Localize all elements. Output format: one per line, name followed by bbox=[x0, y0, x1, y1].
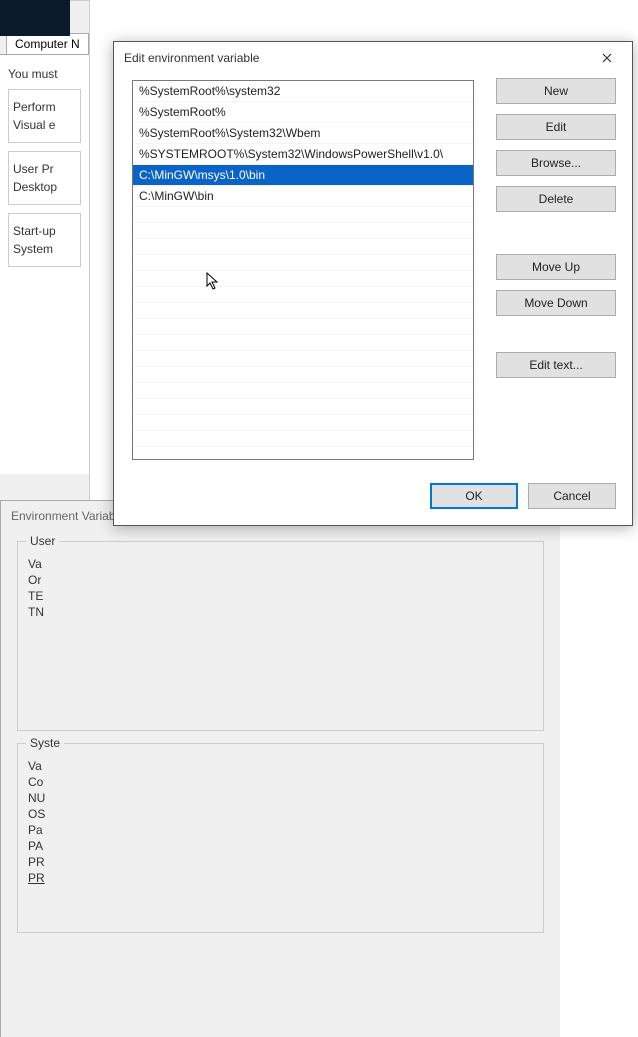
list-item[interactable]: Pa bbox=[24, 822, 537, 838]
edit-text-button[interactable]: Edit text... bbox=[496, 352, 616, 378]
system-variables-fieldset: Syste Va Co NU OS Pa PA PR PR bbox=[17, 743, 544, 933]
empty-row bbox=[133, 351, 473, 367]
path-item[interactable]: %SystemRoot%\System32\Wbem bbox=[133, 123, 473, 144]
ok-button[interactable]: OK bbox=[430, 483, 518, 509]
path-item[interactable]: %SystemRoot% bbox=[133, 102, 473, 123]
path-item[interactable]: C:\MinGW\bin bbox=[133, 186, 473, 207]
tab-computer-name[interactable]: Computer N bbox=[6, 33, 89, 54]
delete-button[interactable]: Delete bbox=[496, 186, 616, 212]
edit-environment-variable-dialog: Edit environment variable %SystemRoot%\s… bbox=[113, 41, 633, 526]
move-up-button[interactable]: Move Up bbox=[496, 254, 616, 280]
environment-variables-dialog: Environment Variables User Va Or TE TN S… bbox=[0, 500, 560, 1037]
list-item[interactable]: PR bbox=[24, 870, 537, 886]
visual-effects-label: Visual e bbox=[13, 118, 76, 132]
move-down-button[interactable]: Move Down bbox=[496, 290, 616, 316]
empty-row bbox=[133, 223, 473, 239]
system-variables-legend: Syste bbox=[26, 736, 64, 750]
list-item[interactable]: Or bbox=[24, 572, 537, 588]
intro-text: You must bbox=[8, 67, 81, 81]
list-item[interactable]: TN bbox=[24, 604, 537, 620]
startup-label: Start-up bbox=[13, 224, 76, 238]
empty-row bbox=[133, 207, 473, 223]
user-profiles-label: User Pr bbox=[13, 162, 76, 176]
group-startup: Start-up System bbox=[8, 213, 81, 267]
group-user-profiles: User Pr Desktop bbox=[8, 151, 81, 205]
empty-row bbox=[133, 431, 473, 447]
system-properties-body: You must Perform Visual e User Pr Deskto… bbox=[0, 54, 89, 474]
background-dark-strip bbox=[0, 0, 70, 36]
empty-row bbox=[133, 383, 473, 399]
empty-row bbox=[133, 367, 473, 383]
path-item[interactable]: C:\MinGW\msys\1.0\bin bbox=[133, 165, 473, 186]
list-item[interactable]: Va bbox=[24, 556, 537, 572]
empty-row bbox=[133, 415, 473, 431]
empty-row bbox=[133, 287, 473, 303]
group-performance: Perform Visual e bbox=[8, 89, 81, 143]
list-item[interactable]: PR bbox=[24, 854, 537, 870]
system-properties-dialog: System Pr Computer N You must Perform Vi… bbox=[0, 0, 90, 500]
empty-row bbox=[133, 335, 473, 351]
list-item[interactable]: TE bbox=[24, 588, 537, 604]
performance-label: Perform bbox=[13, 100, 76, 114]
list-item[interactable]: PA bbox=[24, 838, 537, 854]
system-label: System bbox=[13, 242, 76, 256]
dialog-titlebar: Edit environment variable bbox=[114, 42, 632, 74]
user-variables-list: Va Or TE TN bbox=[24, 556, 537, 620]
empty-row bbox=[133, 303, 473, 319]
empty-row bbox=[133, 255, 473, 271]
user-variables-fieldset: User Va Or TE TN bbox=[17, 541, 544, 731]
list-item[interactable]: Co bbox=[24, 774, 537, 790]
empty-row bbox=[133, 239, 473, 255]
empty-row bbox=[133, 271, 473, 287]
path-item[interactable]: %SYSTEMROOT%\System32\WindowsPowerShell\… bbox=[133, 144, 473, 165]
list-item[interactable]: OS bbox=[24, 806, 537, 822]
path-item[interactable]: %SystemRoot%\system32 bbox=[133, 81, 473, 102]
user-variables-legend: User bbox=[26, 534, 59, 548]
new-button[interactable]: New bbox=[496, 78, 616, 104]
list-item[interactable]: Va bbox=[24, 758, 537, 774]
empty-row bbox=[133, 319, 473, 335]
close-icon[interactable] bbox=[592, 50, 622, 66]
dialog-title: Edit environment variable bbox=[124, 51, 259, 65]
list-item[interactable]: NU bbox=[24, 790, 537, 806]
edit-button[interactable]: Edit bbox=[496, 114, 616, 140]
path-listbox[interactable]: %SystemRoot%\system32%SystemRoot%%System… bbox=[132, 80, 474, 460]
system-variables-list: Va Co NU OS Pa PA PR PR bbox=[24, 758, 537, 886]
browse-button[interactable]: Browse... bbox=[496, 150, 616, 176]
cancel-button[interactable]: Cancel bbox=[528, 483, 616, 509]
empty-row bbox=[133, 399, 473, 415]
desktop-label: Desktop bbox=[13, 180, 76, 194]
